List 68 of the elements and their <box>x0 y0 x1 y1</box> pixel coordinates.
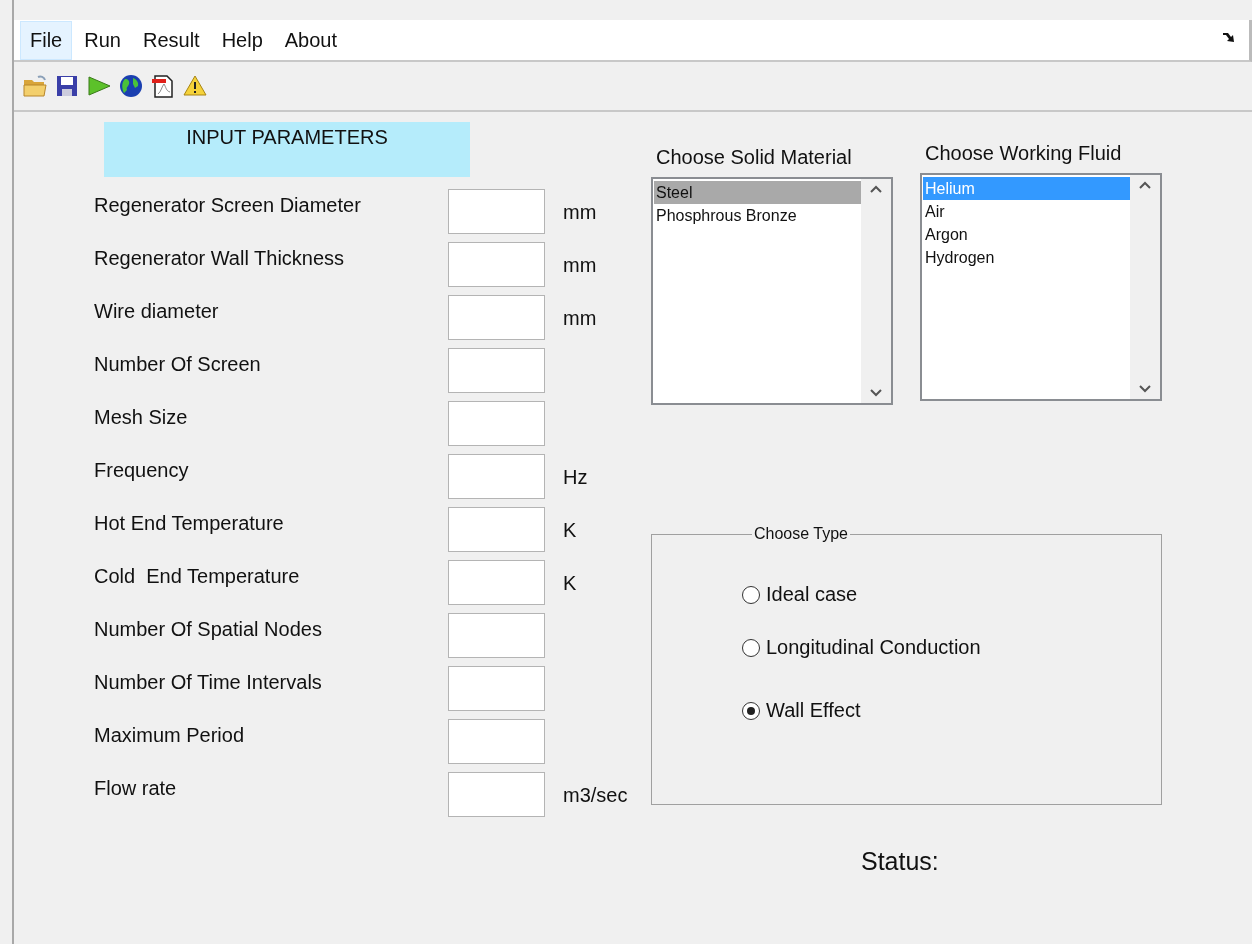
group-title: Choose Type <box>753 525 849 543</box>
radio-option[interactable]: Longitudinal Conduction <box>742 636 1161 659</box>
list-item[interactable]: Hydrogen <box>923 246 1130 269</box>
field-label: Regenerator Wall Thickness <box>94 247 346 270</box>
list-item[interactable]: Phosphrous Bronze <box>654 204 861 227</box>
input-field[interactable] <box>448 772 545 817</box>
unit-label: mm <box>563 201 598 224</box>
save-icon[interactable] <box>54 73 80 99</box>
field-label: Flow rate <box>94 777 178 800</box>
list-box[interactable]: Steel Phosphrous Bronze <box>651 177 893 405</box>
field-label: Maximum Period <box>94 724 246 747</box>
field-label: Cold End Temperature <box>94 565 301 588</box>
input-field[interactable] <box>448 189 545 234</box>
globe-icon[interactable] <box>118 73 144 99</box>
status-label: Status: <box>861 847 940 876</box>
list-box[interactable]: Helium Air Argon Hydrogen <box>920 173 1162 401</box>
input-field[interactable] <box>448 242 545 287</box>
unit-label: mm <box>563 254 598 277</box>
menu-item[interactable]: Help <box>211 20 273 60</box>
input-field[interactable] <box>448 613 545 658</box>
play-icon[interactable] <box>86 73 112 99</box>
radio-label: Longitudinal Conduction <box>766 636 981 659</box>
unit-label: Hz <box>563 466 589 489</box>
radio-option[interactable]: Wall Effect <box>742 699 1161 722</box>
scroll-down-icon[interactable] <box>870 389 882 397</box>
scroll-up-icon[interactable] <box>1139 181 1151 189</box>
radio-icon[interactable] <box>742 701 760 720</box>
field-label: Regenerator Screen Diameter <box>94 194 362 217</box>
menu-item[interactable]: Run <box>74 20 131 60</box>
list-item[interactable]: Steel <box>654 181 861 204</box>
field-label: Number Of Time Intervals <box>94 671 323 694</box>
unit-label: K <box>563 572 578 595</box>
field-label: Number Of Spatial Nodes <box>94 618 323 641</box>
scroll-down-icon[interactable] <box>1139 385 1151 393</box>
field-label: Wire diameter <box>94 300 220 323</box>
scroll-up-icon[interactable] <box>870 185 882 193</box>
input-field[interactable] <box>448 401 545 446</box>
list-item[interactable]: Argon <box>923 223 1130 246</box>
radio-option[interactable]: Ideal case <box>742 583 1161 606</box>
folder-icon[interactable] <box>22 73 48 99</box>
unit-label: m3/sec <box>563 784 629 807</box>
input-field[interactable] <box>448 348 545 393</box>
field-label: Number Of Screen <box>94 353 262 376</box>
input-field[interactable] <box>448 560 545 605</box>
menu-item[interactable]: About <box>274 20 348 60</box>
list-item[interactable]: Air <box>923 200 1130 223</box>
panel-header: INPUT PARAMETERS <box>104 122 470 177</box>
unit-label: K <box>563 519 578 542</box>
menu-item[interactable]: File <box>20 20 73 60</box>
list-title: Choose Solid Material <box>656 146 853 169</box>
field-label: Mesh Size <box>94 406 189 429</box>
list-title: Choose Working Fluid <box>925 142 1123 165</box>
unit-label: mm <box>563 307 598 330</box>
input-field[interactable] <box>448 295 545 340</box>
warning-icon[interactable] <box>182 73 208 99</box>
document-icon[interactable] <box>150 73 176 99</box>
field-label: Hot End Temperature <box>94 512 285 535</box>
menu-item[interactable]: Result <box>132 20 210 60</box>
arrow-icon[interactable] <box>1223 32 1235 43</box>
input-field[interactable] <box>448 507 545 552</box>
field-label: Frequency <box>94 459 190 482</box>
input-field[interactable] <box>448 666 545 711</box>
radio-icon[interactable] <box>742 585 760 604</box>
input-field[interactable] <box>448 454 545 499</box>
radio-label: Wall Effect <box>766 699 861 722</box>
radio-icon[interactable] <box>742 638 760 657</box>
radio-label: Ideal case <box>766 583 858 606</box>
input-field[interactable] <box>448 719 545 764</box>
